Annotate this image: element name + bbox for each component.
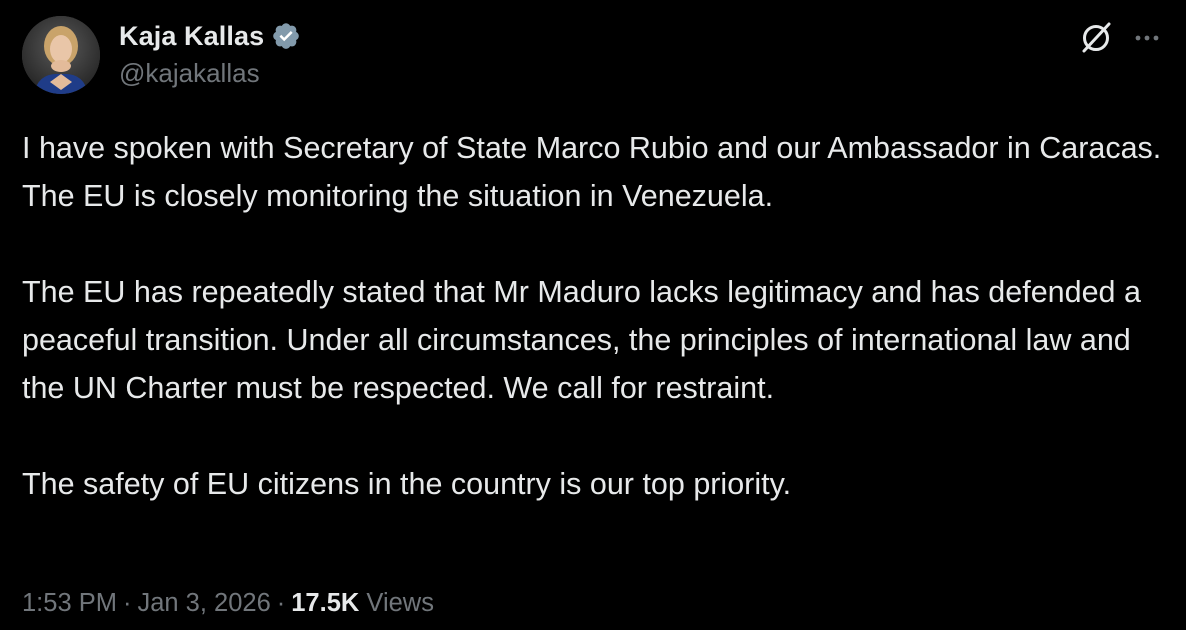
tweet-header: Kaja Kallas @kajakallas bbox=[22, 16, 1168, 98]
grok-icon[interactable] bbox=[1078, 20, 1114, 56]
author-block: Kaja Kallas @kajakallas bbox=[119, 18, 301, 89]
tweet-meta: 1:53 PM · Jan 3, 2026 · 17.5K Views bbox=[22, 589, 434, 618]
tweet-paragraph: The EU has repeatedly stated that Mr Mad… bbox=[22, 275, 1141, 405]
tweet-time[interactable]: 1:53 PM bbox=[22, 589, 117, 617]
top-actions bbox=[1078, 20, 1162, 56]
tweet-paragraph: I have spoken with Secretary of State Ma… bbox=[22, 131, 1162, 213]
author-handle[interactable]: @kajakallas bbox=[119, 58, 301, 89]
tweet: Kaja Kallas @kajakallas I have spoken wi… bbox=[0, 0, 1186, 630]
display-name[interactable]: Kaja Kallas bbox=[119, 21, 264, 52]
more-options-icon[interactable] bbox=[1132, 23, 1162, 53]
meta-separator: · bbox=[276, 589, 286, 617]
tweet-text: I have spoken with Secretary of State Ma… bbox=[22, 124, 1172, 508]
tweet-date[interactable]: Jan 3, 2026 bbox=[137, 589, 270, 617]
tweet-paragraph: The safety of EU citizens in the country… bbox=[22, 467, 792, 501]
views-label[interactable]: Views bbox=[366, 589, 434, 617]
avatar[interactable] bbox=[22, 16, 100, 94]
display-name-row: Kaja Kallas bbox=[119, 18, 301, 54]
views-count[interactable]: 17.5K bbox=[291, 589, 359, 617]
verified-badge-icon[interactable] bbox=[271, 21, 301, 51]
meta-separator: · bbox=[122, 589, 132, 617]
